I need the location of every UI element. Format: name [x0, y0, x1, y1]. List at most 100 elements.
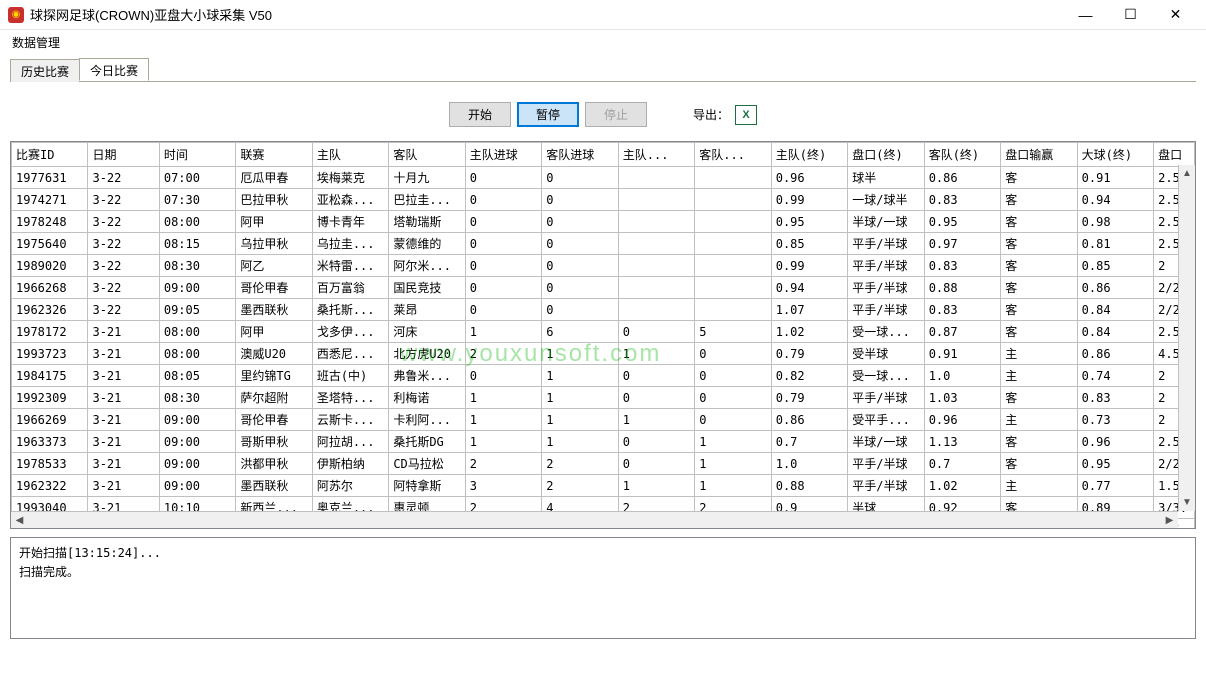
table-cell: 阿甲: [236, 321, 312, 343]
column-header[interactable]: 盘口: [1154, 143, 1195, 167]
table-cell: 平手/半球: [848, 453, 924, 475]
table-cell: 0: [465, 299, 541, 321]
table-cell: 1978248: [12, 211, 88, 233]
log-panel[interactable]: 开始扫描[13:15:24]... 扫描完成。: [10, 537, 1196, 639]
table-cell: 3-21: [88, 321, 159, 343]
table-cell: 3-21: [88, 475, 159, 497]
scroll-down-arrow[interactable]: ▼: [1179, 494, 1196, 511]
table-cell: 0.95: [1077, 453, 1153, 475]
window-title: 球探网足球(CROWN)亚盘大小球采集 V50: [30, 5, 1063, 24]
tab-history[interactable]: 历史比赛: [10, 59, 80, 82]
column-header[interactable]: 主队(终): [771, 143, 847, 167]
table-cell: 1975640: [12, 233, 88, 255]
table-cell: 河床: [389, 321, 465, 343]
column-header[interactable]: 时间: [159, 143, 235, 167]
table-cell: 0.94: [771, 277, 847, 299]
table-cell: 洪都甲秋: [236, 453, 312, 475]
table-cell: 2: [542, 475, 618, 497]
table-cell: 0.91: [1077, 167, 1153, 189]
table-row[interactable]: 19756403-2208:15乌拉甲秋乌拉圭...蒙德维的000.85平手/半…: [12, 233, 1195, 255]
scroll-up-arrow[interactable]: ▲: [1179, 165, 1196, 182]
column-header[interactable]: 主队...: [618, 143, 694, 167]
scroll-right-arrow[interactable]: ▶: [1161, 512, 1178, 529]
table-cell: 2: [465, 453, 541, 475]
table-cell: 1: [618, 475, 694, 497]
table-cell: 利梅诺: [389, 387, 465, 409]
table-cell: 0: [618, 321, 694, 343]
minimize-button[interactable]: —: [1063, 1, 1108, 29]
table-cell: 09:00: [159, 277, 235, 299]
column-header[interactable]: 主队: [312, 143, 388, 167]
table-cell: 0: [618, 387, 694, 409]
column-header[interactable]: 主队进球: [465, 143, 541, 167]
table-cell: 阿乙: [236, 255, 312, 277]
column-header[interactable]: 日期: [88, 143, 159, 167]
table-cell: [618, 167, 694, 189]
column-header[interactable]: 客队进球: [542, 143, 618, 167]
table-cell: 圣塔特...: [312, 387, 388, 409]
table-cell: [695, 255, 771, 277]
table-cell: 0.96: [924, 409, 1000, 431]
table-cell: 平手/半球: [848, 299, 924, 321]
table-cell: 0.73: [1077, 409, 1153, 431]
scroll-left-arrow[interactable]: ◀: [11, 512, 28, 529]
table-cell: 0.87: [924, 321, 1000, 343]
pause-button[interactable]: 暂停: [517, 102, 579, 127]
table-cell: [618, 189, 694, 211]
table-row[interactable]: 19633733-2109:00哥斯甲秋阿拉胡...桑托斯DG11010.7半球…: [12, 431, 1195, 453]
column-header[interactable]: 客队...: [695, 143, 771, 167]
column-header[interactable]: 盘口(终): [848, 143, 924, 167]
table-cell: 5: [695, 321, 771, 343]
table-cell: 0: [465, 211, 541, 233]
table-cell: 1962326: [12, 299, 88, 321]
table-cell: 1: [618, 343, 694, 365]
table-cell: 0: [618, 453, 694, 475]
menu-data-management[interactable]: 数据管理: [8, 32, 64, 53]
column-header[interactable]: 客队: [389, 143, 465, 167]
column-header[interactable]: 大球(终): [1077, 143, 1153, 167]
table-cell: 卡利阿...: [389, 409, 465, 431]
data-grid[interactable]: 比赛ID日期时间联赛主队客队主队进球客队进球主队...客队...主队(终)盘口(…: [11, 142, 1195, 529]
table-row[interactable]: 19742713-2207:30巴拉甲秋亚松森...巴拉圭...000.99一球…: [12, 189, 1195, 211]
table-row[interactable]: 19923093-2108:30萨尔超附圣塔特...利梅诺11000.79平手/…: [12, 387, 1195, 409]
table-cell: 3-22: [88, 211, 159, 233]
table-cell: 阿拉胡...: [312, 431, 388, 453]
table-cell: 1: [542, 409, 618, 431]
table-row[interactable]: 19937233-2108:00澳威U20西悉尼...北方虎U2021100.7…: [12, 343, 1195, 365]
table-cell: 0: [695, 387, 771, 409]
table-cell: 3-21: [88, 365, 159, 387]
start-button[interactable]: 开始: [449, 102, 511, 127]
table-cell: 阿特拿斯: [389, 475, 465, 497]
table-row[interactable]: 19623263-2209:05墨西联秋桑托斯...莱昂001.07平手/半球0…: [12, 299, 1195, 321]
table-cell: 球半: [848, 167, 924, 189]
close-button[interactable]: ✕: [1153, 1, 1198, 29]
table-cell: 澳威U20: [236, 343, 312, 365]
stop-button[interactable]: 停止: [585, 102, 647, 127]
table-cell: 平手/半球: [848, 233, 924, 255]
horizontal-scrollbar[interactable]: ◀ ▶: [11, 511, 1178, 528]
table-row[interactable]: 19785333-2109:00洪都甲秋伊斯柏纳CD马拉松22011.0平手/半…: [12, 453, 1195, 475]
table-row[interactable]: 19781723-2108:00阿甲戈多伊...河床16051.02受一球...…: [12, 321, 1195, 343]
table-cell: 云斯卡...: [312, 409, 388, 431]
table-cell: 1: [542, 431, 618, 453]
export-excel-icon[interactable]: X: [735, 105, 757, 125]
table-cell: 2: [542, 453, 618, 475]
table-row[interactable]: 19776313-2207:00厄瓜甲春埃梅莱克十月九000.96球半0.86客…: [12, 167, 1195, 189]
table-row[interactable]: 19890203-2208:30阿乙米特雷...阿尔米...000.99平手/半…: [12, 255, 1195, 277]
table-row[interactable]: 19662693-2109:00哥伦甲春云斯卡...卡利阿...11100.86…: [12, 409, 1195, 431]
table-cell: 客: [1001, 167, 1077, 189]
table-cell: 里约锦TG: [236, 365, 312, 387]
column-header[interactable]: 比赛ID: [12, 143, 88, 167]
table-cell: 0: [542, 167, 618, 189]
maximize-button[interactable]: ☐: [1108, 1, 1153, 29]
tab-today[interactable]: 今日比赛: [79, 58, 149, 81]
table-row[interactable]: 19782483-2208:00阿甲博卡青年塔勒瑞斯000.95半球/一球0.9…: [12, 211, 1195, 233]
vertical-scrollbar[interactable]: ▲ ▼: [1178, 165, 1195, 511]
table-cell: 客: [1001, 321, 1077, 343]
column-header[interactable]: 盘口输赢: [1001, 143, 1077, 167]
column-header[interactable]: 客队(终): [924, 143, 1000, 167]
column-header[interactable]: 联赛: [236, 143, 312, 167]
table-row[interactable]: 19662683-2209:00哥伦甲春百万富翁国民竞技000.94平手/半球0…: [12, 277, 1195, 299]
table-row[interactable]: 19841753-2108:05里约锦TG班古(中)弗鲁米...01000.82…: [12, 365, 1195, 387]
table-row[interactable]: 19623223-2109:00墨西联秋阿苏尔阿特拿斯32110.88平手/半球…: [12, 475, 1195, 497]
